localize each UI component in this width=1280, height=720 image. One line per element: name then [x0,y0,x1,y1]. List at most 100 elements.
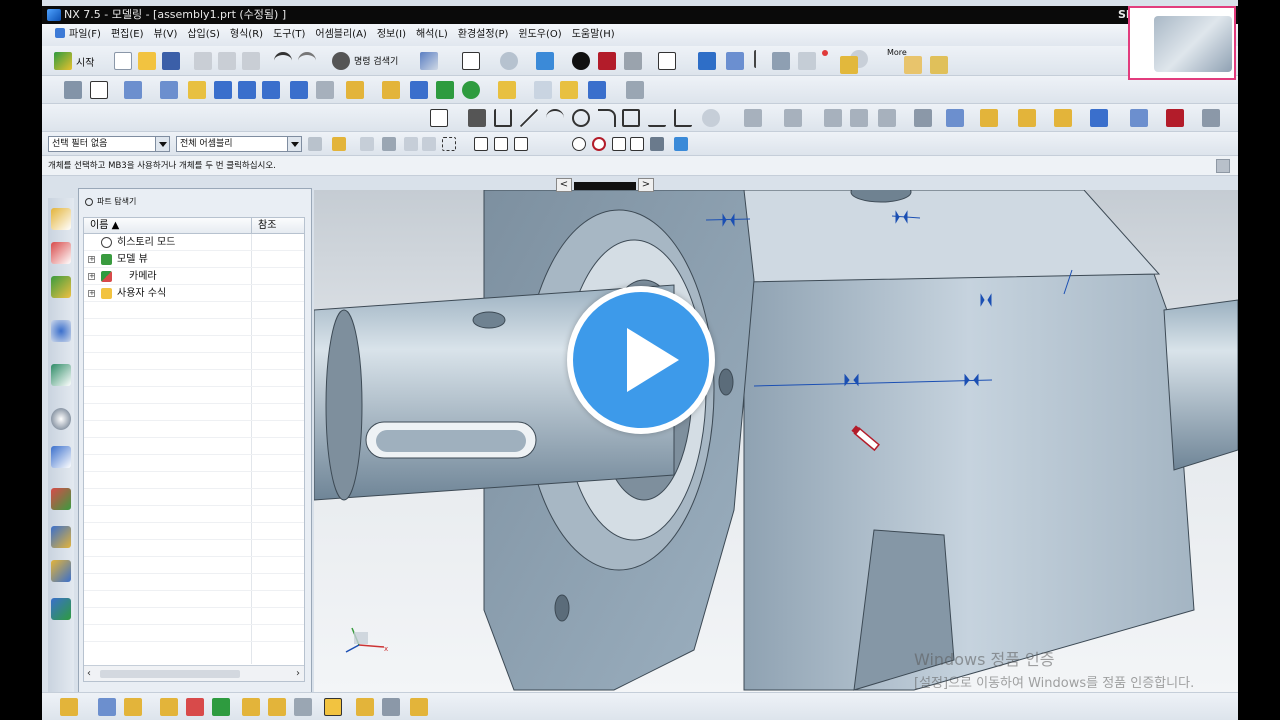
snap-arc-icon[interactable] [552,137,566,151]
scroll-right-icon[interactable]: › [296,668,300,679]
layer-icon[interactable] [698,52,716,70]
manufacturing-wizards-tab[interactable] [51,526,71,548]
scroll-left-icon[interactable]: ‹ [87,668,91,679]
save-icon[interactable] [162,52,180,70]
datum-axis-icon[interactable] [382,81,400,99]
sphere-icon[interactable] [290,81,308,99]
menu-tools[interactable]: 도구(T) [268,24,310,46]
surface-icon[interactable] [1130,109,1148,127]
move-component-icon[interactable] [186,698,204,716]
sequence-icon[interactable] [382,698,400,716]
rectangle-icon[interactable] [622,109,640,127]
quick-trim-icon[interactable] [784,109,802,127]
offset-curve-icon[interactable] [1054,109,1072,127]
menu-edit[interactable]: 편집(E) [106,24,149,46]
menu-information[interactable]: 정보(I) [372,24,411,46]
copy-icon[interactable] [218,52,236,70]
menu-analysis[interactable]: 해석(L) [411,24,453,46]
tree-row-model-views[interactable]: + 모델 뷰 [84,251,304,268]
edge-select-icon[interactable] [422,137,436,151]
reposition-icon[interactable] [212,698,230,716]
start-icon[interactable] [54,52,72,70]
undo-icon[interactable] [274,52,292,70]
constraint-navigator-tab[interactable] [51,242,71,264]
fillet-icon[interactable] [598,109,616,127]
trim-icon[interactable] [436,81,454,99]
point-add-icon[interactable] [674,109,692,127]
tree-row-user-expressions[interactable]: + 사용자 수식 [84,285,304,302]
type-filter-dropdown[interactable]: 선택 필터 없음 [48,136,170,152]
rect-select-icon[interactable] [442,137,456,151]
snap-control-icon[interactable] [514,137,528,151]
chamfer-icon[interactable] [534,81,552,99]
column-header-name[interactable]: 이름 ▲ [90,218,119,234]
mate-icon[interactable] [160,698,178,716]
point-icon[interactable] [822,50,828,56]
project-icon[interactable] [980,109,998,127]
unite-icon[interactable] [410,81,428,99]
ellipse-icon[interactable] [702,109,720,127]
snap-mid-icon[interactable] [494,137,508,151]
snap-point-icon[interactable] [674,137,688,151]
offset-icon[interactable] [626,81,644,99]
new-component-icon[interactable] [124,698,142,716]
datum-plane-icon[interactable] [346,81,364,99]
open-folder-icon[interactable] [138,52,156,70]
face-display-icon[interactable] [624,52,642,70]
wcs-icon[interactable] [798,52,816,70]
render-style-icon[interactable] [572,52,590,70]
snap-exist-icon[interactable] [612,137,626,151]
column-header-reference[interactable]: 참조 [258,218,276,234]
cylinder-icon[interactable] [238,81,256,99]
cut-icon[interactable] [194,52,212,70]
join-icon[interactable] [1090,109,1108,127]
measure-icon[interactable] [840,56,858,74]
arc-icon[interactable] [546,109,564,127]
cursor-icon[interactable] [754,50,772,68]
status-box-icon[interactable] [1216,159,1230,173]
dimension-icon[interactable] [914,109,932,127]
hd3d-tools-tab[interactable] [51,364,71,386]
snap-icon[interactable] [772,52,790,70]
body-select-icon[interactable] [382,137,396,151]
snap-end-icon[interactable] [474,137,488,151]
extend-icon[interactable] [824,109,842,127]
background-icon[interactable] [658,52,676,70]
command-search-icon[interactable] [332,52,350,70]
edge-blend-icon[interactable] [498,81,516,99]
fit-view-icon[interactable] [462,52,480,70]
profile-icon[interactable] [494,109,512,127]
mirror-icon[interactable] [946,109,964,127]
chevron-down-icon[interactable] [155,137,169,151]
constraint-icon[interactable] [878,109,896,127]
new-file-icon[interactable] [114,52,132,70]
chevron-down-icon[interactable] [287,137,301,151]
video-play-button[interactable] [567,286,715,434]
view-prev-button[interactable]: < [556,178,572,192]
mirror-assembly-icon[interactable] [242,698,260,716]
horizontal-scrollbar[interactable]: ‹ › [84,665,304,681]
menu-insert[interactable]: 삽입(S) [182,24,225,46]
edge-display-icon[interactable] [598,52,616,70]
assembly-nav-icon[interactable] [64,81,82,99]
filter-reset-icon[interactable] [308,137,322,151]
snap-intersect-icon[interactable] [534,137,548,151]
angle-icon[interactable] [930,56,948,74]
thread-icon[interactable] [316,81,334,99]
expand-icon[interactable]: + [88,290,95,297]
analysis-icon[interactable] [1166,109,1184,127]
menu-file[interactable]: 파일(F) [50,24,106,46]
sketch-plane-icon[interactable] [430,109,448,127]
hole-icon[interactable] [188,81,206,99]
cone-icon[interactable] [262,81,280,99]
shell-icon[interactable] [560,81,578,99]
tree-row-history-mode[interactable]: 히스토리 모드 [84,234,304,251]
menu-view[interactable]: 뷰(V) [149,24,183,46]
snap-on-curve-icon[interactable] [630,137,644,151]
general-selection-icon[interactable] [332,137,346,151]
block-icon[interactable] [214,81,232,99]
paste-icon[interactable] [242,52,260,70]
orient-view-icon[interactable] [500,52,518,70]
system-scenes-tab[interactable] [51,598,71,620]
shaded-cube-icon[interactable] [536,52,554,70]
